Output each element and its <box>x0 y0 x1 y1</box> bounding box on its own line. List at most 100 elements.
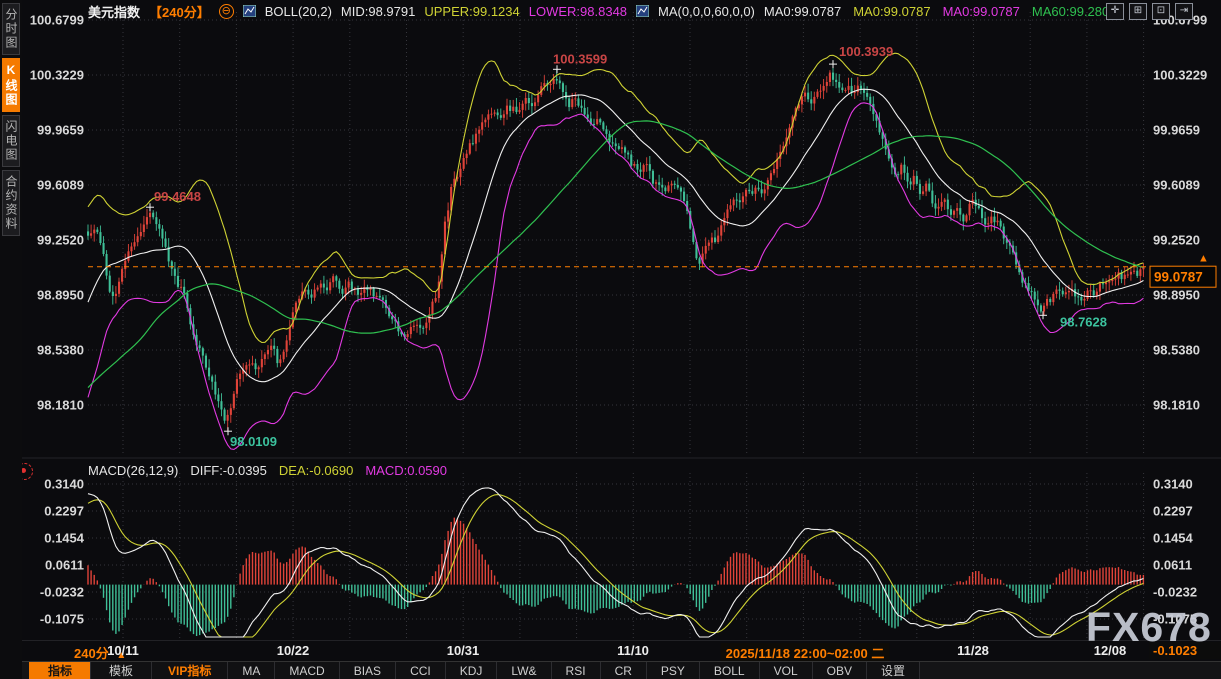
ma-values: MA0:99.0787 MA0:99.0787 MA0:99.0787 MA60:99… <box>764 4 1117 19</box>
sidebar-tab-3[interactable]: 闪电图 <box>2 115 20 167</box>
time-axis-date-label: 10/22 <box>277 643 310 658</box>
sidebar: 分时图 K线图闪电图合约资料 <box>0 0 22 679</box>
grid-lines <box>22 12 1221 638</box>
indicator-tab-macd[interactable]: MACD <box>274 662 339 679</box>
svg-text:-0.1075: -0.1075 <box>1153 612 1197 627</box>
indicator-tab-rsi[interactable]: RSI <box>551 662 601 679</box>
svg-text:100.3939: 100.3939 <box>839 44 893 59</box>
svg-text:98.5380: 98.5380 <box>37 343 84 358</box>
ma-value-4: MA60:99.2804 <box>1032 4 1117 19</box>
bottom-toolbar: 指标模板VIP指标MAMACDBIASCCIKDJLW&RSICRPSYBOLL… <box>0 661 1221 679</box>
indicator-tab-kdj[interactable]: KDJ <box>445 662 498 679</box>
svg-text:98.1810: 98.1810 <box>37 398 84 413</box>
macd-diff-value: DIFF:-0.0395 <box>190 463 267 478</box>
indicator-tab-obv[interactable]: OBV <box>812 662 867 679</box>
macd-layer <box>88 518 1143 636</box>
svg-text:98.7628: 98.7628 <box>1060 314 1107 329</box>
indicator-tab-cci[interactable]: CCI <box>395 662 446 679</box>
boll-lower-value: LOWER:98.8348 <box>529 4 627 19</box>
svg-text:100.6799: 100.6799 <box>30 13 84 28</box>
period-tag: 【240分】 <box>149 2 210 21</box>
boll-name: BOLL(20,2) <box>265 4 332 19</box>
svg-text:99.0787: 99.0787 <box>1154 270 1203 285</box>
macd-hist-value: MACD:0.0590 <box>365 463 447 478</box>
current-price-tag: 99.0787 ▲ <box>1150 253 1216 288</box>
boll-upper-value: UPPER:99.1234 <box>424 4 519 19</box>
svg-text:100.3229: 100.3229 <box>1153 68 1207 83</box>
instrument-title: 美元指数 <box>88 2 140 21</box>
svg-text:0.1454: 0.1454 <box>1153 531 1194 546</box>
svg-text:98.8950: 98.8950 <box>37 288 84 303</box>
collapse-indicator-icon[interactable]: ⊖ <box>219 4 234 19</box>
svg-text:0.0611: 0.0611 <box>1153 558 1192 573</box>
indicator-tab-bias[interactable]: BIAS <box>339 662 396 679</box>
svg-text:-0.1075: -0.1075 <box>40 612 84 627</box>
svg-text:99.9659: 99.9659 <box>37 123 84 138</box>
ma-name: MA(0,0,0,60,0,0) <box>658 4 755 19</box>
settings-button[interactable]: 设置 <box>866 662 920 679</box>
svg-text:99.2520: 99.2520 <box>37 233 84 248</box>
pop-out-icon[interactable]: ⇥ <box>1175 3 1193 20</box>
svg-text:0.0611: 0.0611 <box>45 558 84 573</box>
svg-text:99.6089: 99.6089 <box>1153 178 1200 193</box>
ma-value-3: MA0:99.0787 <box>943 4 1020 19</box>
fit-width-icon[interactable]: ⊡ <box>1152 3 1170 20</box>
time-axis-date-label: 11/10 <box>617 643 649 658</box>
svg-text:100.3599: 100.3599 <box>553 51 607 66</box>
time-axis-date-label: 10/31 <box>447 643 480 658</box>
svg-text:-0.0232: -0.0232 <box>1153 585 1197 600</box>
svg-text:99.4648: 99.4648 <box>154 189 201 204</box>
indicator-tab-ma[interactable]: MA <box>227 662 275 679</box>
boll-upper-line <box>88 53 1143 342</box>
template-button[interactable]: 模板 <box>90 662 152 679</box>
chart-canvas[interactable]: 99.0787 ▲ 99.4648 100.3599 100.3939 98.0109 98… <box>0 0 1221 640</box>
time-axis: 240分 ▲ -0.1023 10/1110/2210/3111/102025/… <box>0 640 1221 661</box>
indicator-button[interactable]: 指标 <box>29 662 91 679</box>
boll-mini-chart-icon <box>243 5 256 17</box>
svg-text:0.3140: 0.3140 <box>44 477 84 492</box>
indicator-tab-vol[interactable]: VOL <box>759 662 813 679</box>
fit-height-icon[interactable]: ⊞ <box>1129 3 1147 20</box>
macd-name: MACD(26,12,9) <box>88 463 178 478</box>
time-axis-date-label: 10/11 <box>107 643 139 658</box>
extreme-annotation: 100.3939 <box>829 44 893 68</box>
period-selector-label: 240分 <box>74 646 109 661</box>
candles-layer <box>87 64 1145 431</box>
time-axis-date-label: 12/08 <box>1094 643 1127 658</box>
svg-text:0.2297: 0.2297 <box>1153 504 1193 519</box>
svg-text:98.5380: 98.5380 <box>1153 343 1200 358</box>
svg-text:98.0109: 98.0109 <box>230 434 277 449</box>
ma-value-1: MA0:99.0787 <box>764 4 841 19</box>
svg-text:0.2297: 0.2297 <box>44 504 84 519</box>
svg-text:99.9659: 99.9659 <box>1153 123 1200 138</box>
macd-value-tag: -0.1023 <box>1149 642 1221 659</box>
indicator-header: 美元指数 【240分】 ⊖ BOLL(20,2) MID:98.9791 UPP… <box>88 2 1116 20</box>
indicator-tab-cr[interactable]: CR <box>600 662 647 679</box>
trading-app: 99.0787 ▲ 99.4648 100.3599 100.3939 98.0109 98… <box>0 0 1221 679</box>
boll-mid-line <box>88 89 1143 382</box>
time-axis-selected-session: 2025/11/18 22:00~02:00 二 <box>721 643 890 662</box>
extreme-annotation: 99.4648 <box>146 189 201 211</box>
chart-tool-buttons: ✛ ⊞ ⊡ ⇥ <box>1106 3 1193 20</box>
ma60-line <box>88 121 1143 388</box>
vip-indicator-button[interactable]: VIP指标 <box>151 662 228 679</box>
sidebar-tab-1[interactable]: 分时图 <box>2 3 20 55</box>
svg-text:0.3140: 0.3140 <box>1153 477 1193 492</box>
svg-text:99.2520: 99.2520 <box>1153 233 1200 248</box>
svg-text:99.6089: 99.6089 <box>37 178 84 193</box>
indicator-tab-psy[interactable]: PSY <box>646 662 700 679</box>
ma-mini-chart-icon <box>636 5 649 17</box>
price-up-arrow-icon: ▲ <box>1198 253 1209 265</box>
sidebar-tab-2[interactable]: K线图 <box>2 58 20 112</box>
boll-lower-line <box>88 103 1143 450</box>
crosshair-tool-icon[interactable]: ✛ <box>1106 3 1124 20</box>
indicator-tab-lw[interactable]: LW& <box>496 662 551 679</box>
svg-text:100.3229: 100.3229 <box>30 68 84 83</box>
svg-text:-0.0232: -0.0232 <box>40 585 84 600</box>
sidebar-tab-4[interactable]: 合约资料 <box>2 170 20 236</box>
extreme-annotation: 98.7628 <box>1039 311 1107 329</box>
indicator-tab-boll[interactable]: BOLL <box>699 662 760 679</box>
time-axis-date-label: 11/28 <box>957 643 989 658</box>
ma-value-2: MA0:99.0787 <box>853 4 930 19</box>
boll-mid-value: MID:98.9791 <box>341 4 415 19</box>
